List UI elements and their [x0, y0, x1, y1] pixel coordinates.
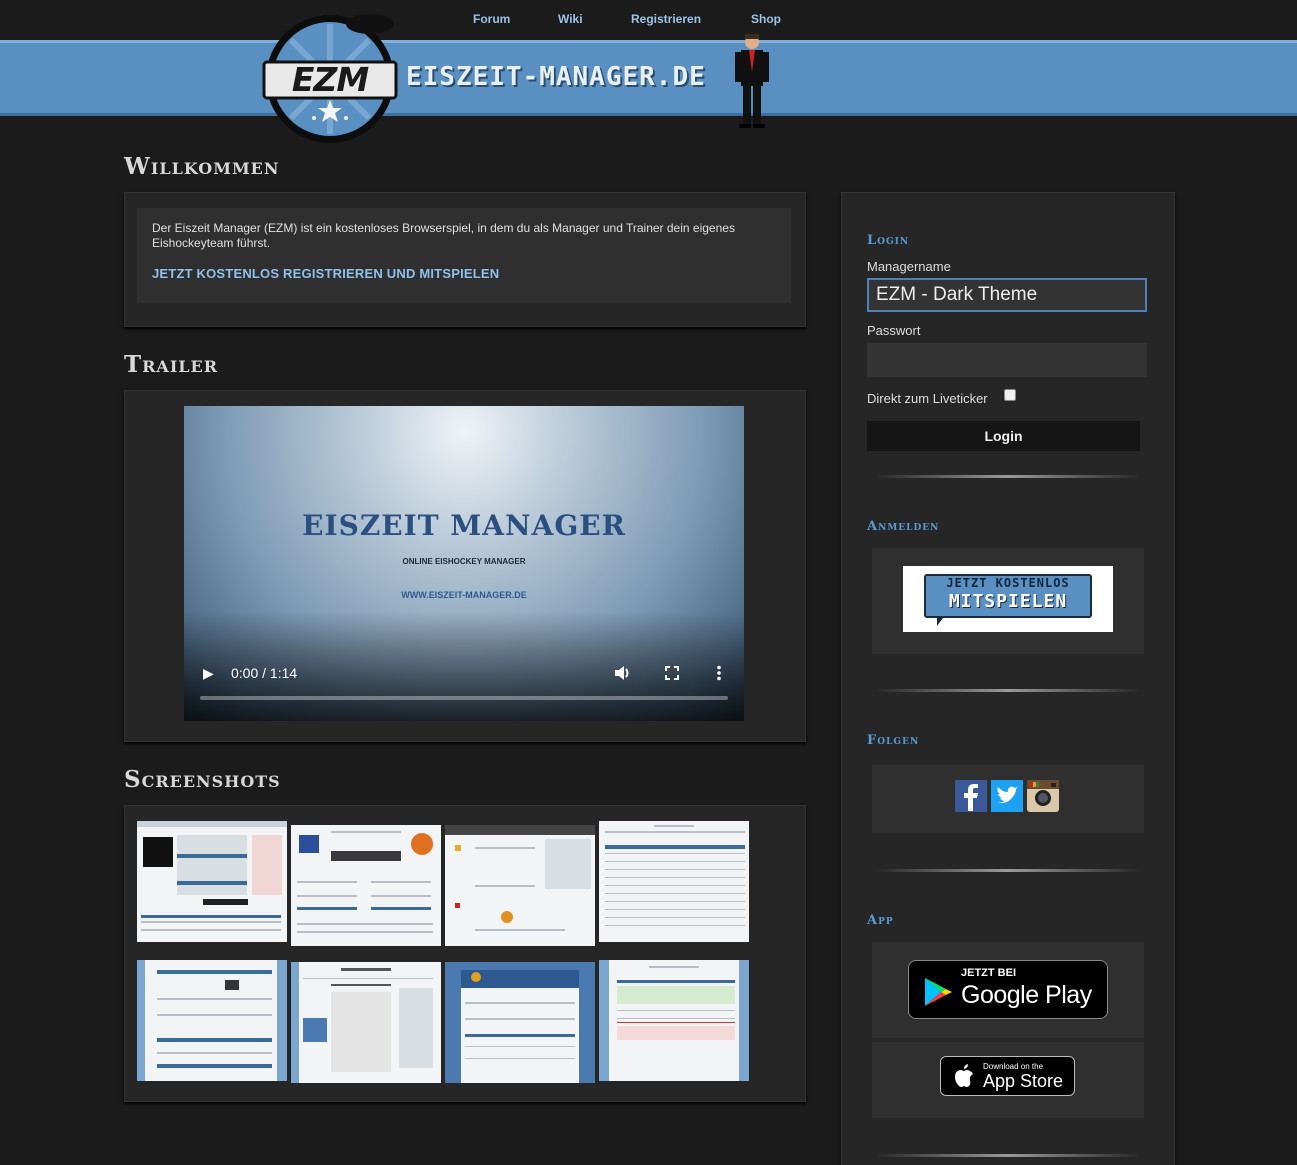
login-heading: Login	[867, 233, 910, 248]
welcome-heading: Willkommen	[124, 153, 280, 180]
play-icon[interactable]: ▶	[203, 665, 214, 682]
logo-text: EZM	[291, 60, 369, 99]
nav-forum-link[interactable]: Forum	[473, 12, 510, 26]
speech-bubble-tail	[937, 618, 943, 626]
facebook-icon[interactable]	[955, 780, 987, 812]
screenshot-thumbnail[interactable]	[291, 825, 441, 946]
login-button[interactable]: Login	[867, 421, 1140, 451]
video-title: EISZEIT MANAGER	[302, 509, 626, 542]
google-play-small-text: JETZT BEI	[961, 967, 1017, 979]
video-subtitle: ONLINE EISHOCKEY MANAGER	[402, 557, 526, 566]
site-name: EISZEIT-MANAGER.DE	[406, 62, 706, 92]
divider	[875, 475, 1141, 478]
signup-badge-line2: MITSPIELEN	[948, 591, 1068, 612]
video-progress-bar[interactable]	[200, 696, 728, 700]
screenshots-heading: Screenshots	[124, 766, 281, 793]
password-input[interactable]	[867, 343, 1147, 377]
screenshot-thumbnail[interactable]	[137, 821, 287, 942]
top-navigation: Forum Wiki Registrieren Shop	[0, 0, 1297, 40]
signup-heading: Anmelden	[867, 519, 940, 534]
screenshot-thumbnail[interactable]	[445, 962, 595, 1083]
volume-icon[interactable]	[614, 665, 632, 681]
screenshot-thumbnail[interactable]	[599, 821, 749, 942]
fullscreen-icon[interactable]	[665, 666, 679, 680]
app-store-badge[interactable]: Download on the App Store	[940, 1056, 1075, 1096]
signup-bubble: JETZT KOSTENLOS MITSPIELEN	[924, 574, 1092, 618]
nav-shop-link[interactable]: Shop	[751, 12, 781, 26]
welcome-text: Der Eiszeit Manager (EZM) ist ein kosten…	[152, 221, 735, 250]
video-time: 0:00 / 1:14	[231, 665, 298, 681]
liveticker-label: Direkt zum Liveticker	[867, 391, 988, 406]
trailer-video[interactable]: EISZEIT MANAGER ONLINE EISHOCKEY MANAGER…	[184, 406, 744, 721]
trailer-heading: Trailer	[124, 351, 219, 378]
register-cta-link[interactable]: JETZT KOSTENLOS REGISTRIEREN UND MITSPIE…	[152, 266, 499, 281]
google-play-badge[interactable]: JETZT BEI Google Play	[908, 960, 1108, 1019]
password-label: Passwort	[867, 323, 921, 338]
nav-register-link[interactable]: Registrieren	[631, 12, 701, 26]
nav-wiki-link[interactable]: Wiki	[558, 12, 583, 26]
google-play-icon	[925, 978, 952, 1006]
username-input[interactable]: EZM - Dark Theme	[867, 278, 1147, 312]
app-store-big-text: App Store	[983, 1071, 1064, 1091]
video-url: WWW.EISZEIT-MANAGER.DE	[401, 590, 527, 600]
signup-button[interactable]: JETZT KOSTENLOS MITSPIELEN	[903, 566, 1113, 632]
google-play-big-text: Google Play	[961, 981, 1092, 1009]
twitter-icon[interactable]	[991, 780, 1023, 812]
instagram-icon[interactable]	[1027, 780, 1059, 812]
screenshot-thumbnail[interactable]	[599, 960, 749, 1081]
app-store-small-text: Download on the	[983, 1062, 1044, 1071]
apple-icon	[955, 1064, 973, 1087]
divider	[875, 689, 1141, 692]
more-options-icon[interactable]	[716, 665, 722, 681]
app-heading: App	[867, 913, 894, 928]
screenshot-thumbnail[interactable]	[137, 960, 287, 1081]
divider	[875, 1154, 1141, 1157]
screenshot-thumbnail[interactable]	[445, 825, 595, 946]
manager-mascot-icon	[735, 34, 769, 128]
follow-heading: Folgen	[867, 733, 920, 748]
liveticker-checkbox[interactable]	[1004, 389, 1016, 401]
username-label: Managername	[867, 259, 951, 274]
divider	[875, 869, 1141, 872]
signup-badge-line1: JETZT KOSTENLOS	[946, 576, 1070, 590]
screenshot-thumbnail[interactable]	[291, 962, 441, 1083]
